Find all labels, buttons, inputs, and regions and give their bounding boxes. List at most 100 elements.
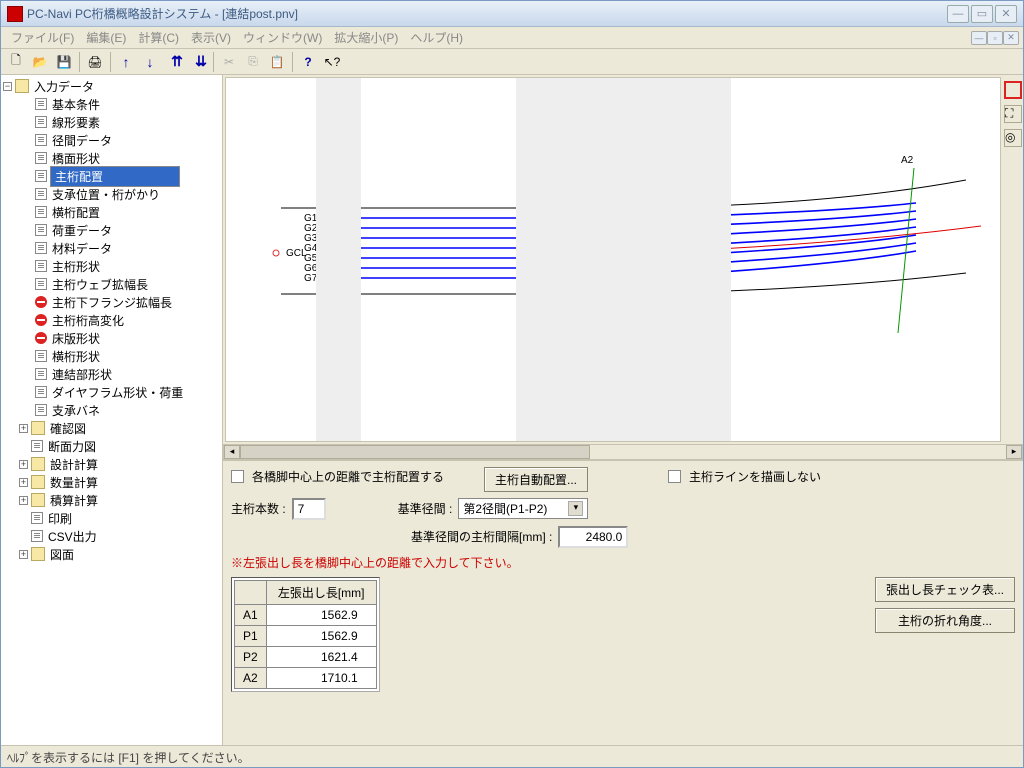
mdi-close-button[interactable]: ✕ bbox=[1003, 31, 1019, 45]
page-icon bbox=[31, 530, 43, 542]
folder-icon bbox=[31, 475, 45, 489]
pier-center-checkbox[interactable]: 各橋脚中心上の距離で主桁配置する bbox=[231, 468, 444, 485]
spacing-input[interactable] bbox=[558, 526, 628, 548]
zoom-tool-icon[interactable] bbox=[1004, 81, 1022, 99]
paste-icon[interactable]: 📋 bbox=[266, 51, 288, 73]
spacing-label: 基準径間の主桁間隔[mm] : bbox=[411, 528, 552, 545]
tree-item[interactable]: ダイヤフラム形状・荷重 bbox=[50, 383, 185, 402]
tree-item[interactable]: 基本条件 bbox=[50, 95, 102, 114]
tree-item[interactable]: CSV出力 bbox=[46, 527, 99, 546]
expand-icon[interactable]: + bbox=[19, 424, 28, 433]
tree-item[interactable]: 主桁形状 bbox=[50, 257, 102, 276]
row-val[interactable]: 1562.9 bbox=[266, 625, 376, 646]
down-arrow-icon[interactable]: ↓ bbox=[139, 51, 161, 73]
stop-icon bbox=[35, 314, 47, 326]
tree-item[interactable]: 確認図 bbox=[48, 419, 88, 438]
row-val[interactable]: 1562.9 bbox=[266, 604, 376, 625]
expand-icon[interactable]: + bbox=[19, 550, 28, 559]
double-down-arrow-icon[interactable]: ⇊ bbox=[187, 51, 209, 73]
menu-file[interactable]: ファイル(F) bbox=[5, 27, 80, 48]
tree-item[interactable]: 床版形状 bbox=[50, 329, 102, 348]
tree-item[interactable]: 横桁配置 bbox=[50, 203, 102, 222]
row-val[interactable]: 1621.4 bbox=[266, 646, 376, 667]
tree-item[interactable]: 線形要素 bbox=[50, 113, 102, 132]
tree-item[interactable]: 数量計算 bbox=[48, 473, 100, 492]
h-scrollbar[interactable]: ◂▸ bbox=[223, 444, 1023, 460]
tree-item[interactable]: 荷重データ bbox=[50, 221, 114, 240]
chevron-down-icon: ▾ bbox=[568, 501, 583, 516]
row-val[interactable]: 1710.1 bbox=[266, 667, 376, 688]
new-icon[interactable]: 🗋 bbox=[5, 51, 27, 73]
drawing-canvas[interactable]: G1G2G3G4G5G6G7GCLA1P1P2A2 bbox=[225, 77, 1001, 442]
menu-view[interactable]: 表示(V) bbox=[185, 27, 237, 48]
input-note: ※左張出し長を橋脚中心上の距離で入力して下さい。 bbox=[231, 554, 1015, 571]
minimize-button[interactable]: — bbox=[947, 5, 969, 23]
menu-zoom[interactable]: 拡大縮小(P) bbox=[328, 27, 404, 48]
window-title: PC-Navi PC桁橋概略設計システム - [連結post.pnv] bbox=[27, 5, 947, 22]
tree-item[interactable]: 支承バネ bbox=[50, 401, 102, 420]
pan-tool-icon[interactable]: ◎ bbox=[1004, 129, 1022, 147]
save-icon[interactable]: 💾 bbox=[53, 51, 75, 73]
collapse-icon[interactable]: − bbox=[3, 82, 12, 91]
mdi-minimize-button[interactable]: — bbox=[971, 31, 987, 45]
page-icon bbox=[35, 386, 47, 398]
mdi-restore-button[interactable]: ▫ bbox=[987, 31, 1003, 45]
double-up-arrow-icon[interactable]: ⇈ bbox=[163, 51, 185, 73]
bend-angle-button[interactable]: 主桁の折れ角度... bbox=[875, 608, 1015, 633]
hide-lines-checkbox[interactable]: 主桁ラインを描画しない bbox=[668, 468, 821, 485]
tree-item[interactable]: 材料データ bbox=[50, 239, 114, 258]
base-span-label: 基準径間 : bbox=[398, 500, 453, 517]
row-key: P1 bbox=[235, 625, 267, 646]
expand-icon[interactable]: + bbox=[19, 460, 28, 469]
page-icon bbox=[35, 206, 47, 218]
page-icon bbox=[31, 440, 43, 452]
open-icon[interactable]: 📂 bbox=[29, 51, 51, 73]
cut-icon[interactable]: ✂ bbox=[218, 51, 240, 73]
menu-help[interactable]: ヘルプ(H) bbox=[404, 27, 469, 48]
folder-icon bbox=[31, 457, 45, 471]
page-icon bbox=[35, 368, 47, 380]
tree-item[interactable]: 主桁配置 bbox=[50, 166, 180, 187]
statusbar: ﾍﾙﾌﾟを表示するには [F1] を押してください。 bbox=[1, 745, 1023, 767]
page-icon bbox=[31, 512, 43, 524]
tree-item[interactable]: 連結部形状 bbox=[50, 365, 114, 384]
tree-panel[interactable]: −入力データ基本条件線形要素径間データ橋面形状主桁配置支承位置・桁がかり横桁配置… bbox=[1, 75, 223, 745]
fit-tool-icon[interactable]: ⛶ bbox=[1004, 105, 1022, 123]
maximize-button[interactable]: ▭ bbox=[971, 5, 993, 23]
help-icon[interactable]: ? bbox=[297, 51, 319, 73]
tree-item[interactable]: 径間データ bbox=[50, 131, 114, 150]
up-arrow-icon[interactable]: ↑ bbox=[115, 51, 137, 73]
menu-edit[interactable]: 編集(E) bbox=[80, 27, 132, 48]
tree-item[interactable]: 支承位置・桁がかり bbox=[50, 185, 162, 204]
check-table-button[interactable]: 張出し長チェック表... bbox=[875, 577, 1015, 602]
stop-icon bbox=[35, 332, 47, 344]
copy-icon[interactable]: ⎘ bbox=[242, 51, 264, 73]
row-key: A1 bbox=[235, 604, 267, 625]
auto-layout-button[interactable]: 主桁自動配置... bbox=[484, 467, 588, 492]
tree-item[interactable]: 印刷 bbox=[46, 509, 74, 528]
tree-item[interactable]: 主桁桁高変化 bbox=[50, 311, 126, 330]
tree-item[interactable]: 主桁下フランジ拡幅長 bbox=[50, 293, 174, 312]
expand-icon[interactable]: + bbox=[19, 496, 28, 505]
context-help-icon[interactable]: ↖? bbox=[321, 51, 343, 73]
tree-root[interactable]: 入力データ bbox=[32, 77, 96, 96]
tree-item[interactable]: 設計計算 bbox=[48, 455, 100, 474]
tree-item[interactable]: 積算計算 bbox=[48, 491, 100, 510]
menubar: ファイル(F) 編集(E) 計算(C) 表示(V) ウィンドウ(W) 拡大縮小(… bbox=[1, 27, 1023, 49]
tree-item[interactable]: 図面 bbox=[48, 545, 76, 564]
girder-count-input[interactable] bbox=[292, 498, 326, 520]
base-span-select[interactable]: 第2径間(P1-P2)▾ bbox=[458, 498, 588, 519]
print-icon[interactable]: 🖨 bbox=[84, 51, 106, 73]
close-button[interactable]: ✕ bbox=[995, 5, 1017, 23]
menu-window[interactable]: ウィンドウ(W) bbox=[237, 27, 328, 48]
overhang-table[interactable]: 左張出し長[mm] A11562.9P11562.9P21621.4A21710… bbox=[231, 577, 380, 692]
tree-item[interactable]: 主桁ウェブ拡幅長 bbox=[50, 275, 150, 294]
menu-calc[interactable]: 計算(C) bbox=[132, 27, 185, 48]
page-icon bbox=[35, 98, 47, 110]
tree-item[interactable]: 断面力図 bbox=[46, 437, 98, 456]
col-header: 左張出し長[mm] bbox=[266, 580, 376, 604]
page-icon bbox=[35, 260, 47, 272]
expand-icon[interactable]: + bbox=[19, 478, 28, 487]
folder-icon bbox=[31, 421, 45, 435]
tree-item[interactable]: 横桁形状 bbox=[50, 347, 102, 366]
